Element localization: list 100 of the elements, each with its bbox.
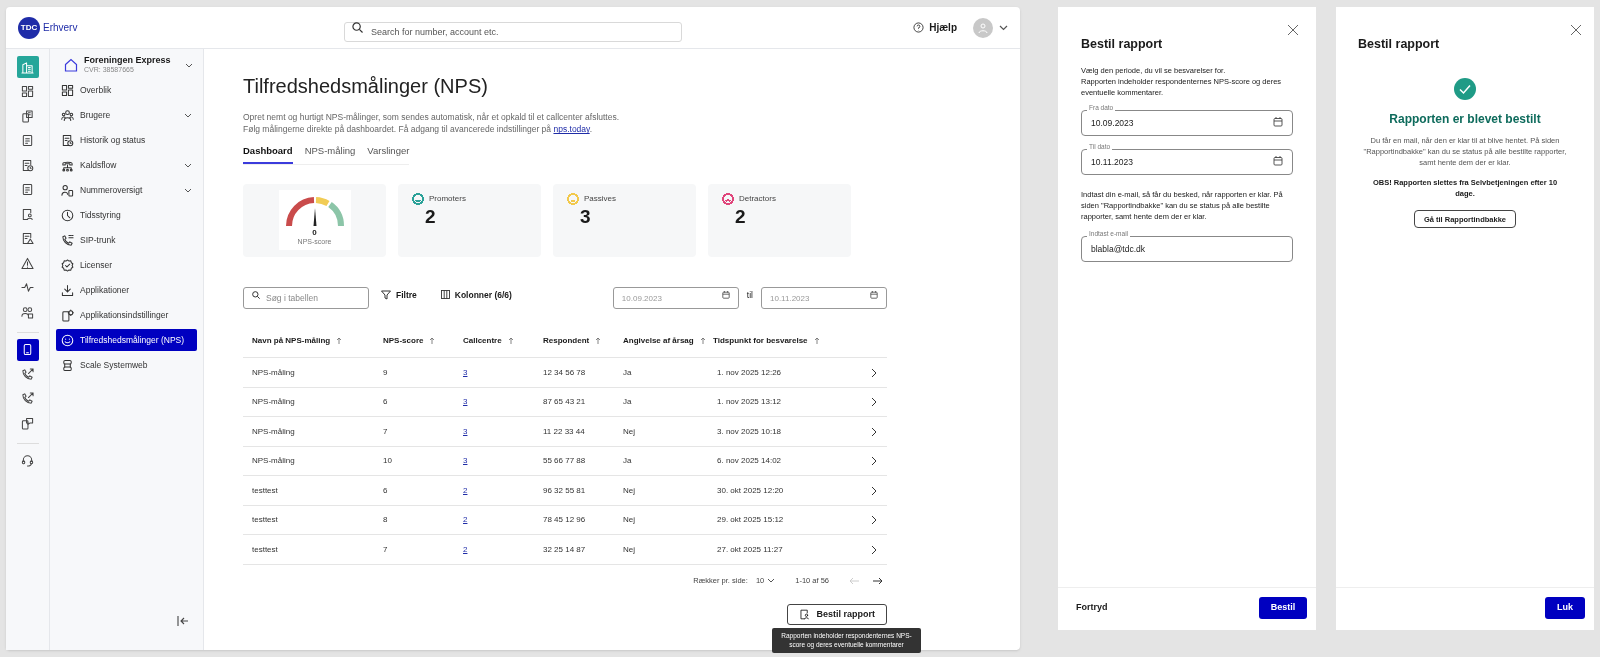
callcentre-link[interactable]: 2 — [463, 515, 468, 525]
stat-label: Detractors — [739, 192, 776, 205]
column-header[interactable]: Angivelse af årsag — [623, 334, 706, 347]
headset-icon — [21, 454, 34, 467]
chevron-right-icon[interactable] — [871, 367, 877, 378]
nav-item[interactable]: Licenser — [56, 254, 197, 276]
nav-item[interactable]: Kaldsflow — [56, 154, 197, 176]
tab[interactable]: NPS-måling — [304, 143, 356, 164]
table-cell: 6 — [383, 397, 388, 407]
search-field[interactable]: Search for number, account etc. — [344, 21, 682, 42]
sort-arrow-icon — [595, 337, 602, 345]
order-report-button[interactable]: Bestil rapport — [787, 604, 887, 626]
stat-value: 3 — [580, 204, 592, 229]
chevron-down-icon[interactable] — [184, 112, 192, 118]
table-cell: 1. nov 2025 13:12 — [717, 397, 782, 407]
date-from-field[interactable]: 10.09.2023 — [612, 287, 739, 310]
calendar-icon — [1273, 156, 1283, 167]
person-phone-icon — [61, 183, 74, 197]
nav-item[interactable]: Scale Systemweb — [56, 354, 197, 376]
table-cell: 32 25 14 87 — [543, 544, 586, 554]
table-cell: Nej — [623, 426, 635, 436]
chevron-down-icon[interactable] — [999, 24, 1008, 31]
account-name: Foreningen Express — [84, 55, 172, 67]
column-header[interactable]: Respondent — [543, 334, 602, 347]
date-to-field[interactable]: 10.11.2023 — [761, 287, 887, 310]
table-cell: 55 66 77 88 — [543, 456, 586, 466]
close-button[interactable]: Luk — [1545, 596, 1585, 619]
callcentre-link[interactable]: 3 — [463, 397, 468, 407]
filter-button[interactable]: Filtre — [381, 288, 417, 302]
chevron-down-icon[interactable] — [184, 187, 192, 193]
table-cell: 6 — [383, 485, 388, 495]
callcentre-link[interactable]: 2 — [463, 485, 468, 495]
tab[interactable]: Varslinger — [367, 143, 410, 164]
nps-link[interactable]: nps.today — [553, 124, 590, 135]
chevron-right-icon[interactable] — [871, 515, 877, 525]
table-cell: 3. nov 2025 10:18 — [717, 426, 782, 436]
table-cell: NPS-måling — [252, 456, 295, 466]
close-icon[interactable] — [1288, 25, 1298, 35]
phone-arrow-icon — [21, 367, 34, 381]
search-icon — [352, 22, 363, 33]
nav-item[interactable]: SIP-trunk — [56, 229, 197, 251]
chevron-right-icon[interactable] — [871, 426, 877, 437]
phone-chat-icon — [21, 416, 34, 430]
stat-label: Promoters — [429, 192, 466, 205]
callcentre-link[interactable]: 2 — [463, 544, 468, 554]
chevron-right-icon[interactable] — [871, 544, 877, 555]
person-icon — [978, 22, 988, 33]
nav-item[interactable]: Tilfredshedsmålinger (NPS) — [56, 329, 197, 351]
chevron-right-icon[interactable] — [871, 485, 877, 496]
table-cell: Nej — [623, 544, 635, 554]
help-button[interactable]: Hjælp — [913, 20, 957, 35]
sort-arrow-icon — [336, 337, 343, 345]
nav-item[interactable]: Brugere — [56, 104, 197, 126]
users-icon — [61, 108, 74, 122]
callcentre-link[interactable]: 3 — [463, 456, 468, 466]
table-cell: Nej — [623, 485, 635, 495]
date-separator: til — [746, 288, 753, 302]
panel-title: Bestil rapport — [1081, 36, 1164, 53]
nav-item[interactable]: Applikationsindstillinger — [56, 304, 197, 326]
column-header[interactable]: Navn på NPS-måling — [252, 334, 343, 347]
tab[interactable]: Dashboard — [243, 143, 293, 164]
chevron-right-icon[interactable] — [871, 397, 877, 407]
table-cell: NPS-måling — [252, 426, 295, 436]
column-header[interactable]: Tidspunkt for besvarelse — [713, 334, 820, 347]
next-page-icon[interactable] — [873, 576, 883, 585]
nav-item[interactable]: Tidsstyring — [56, 204, 197, 226]
nav-item[interactable]: Applikationer — [56, 279, 197, 301]
nav-item[interactable]: Nummeroversigt — [56, 179, 197, 201]
email-field[interactable]: blabla@tdc.dk — [1081, 236, 1293, 262]
rail-button[interactable] — [16, 338, 39, 361]
chevron-down-icon[interactable] — [184, 162, 192, 168]
column-header[interactable]: NPS-score — [383, 334, 436, 347]
sort-arrow-icon — [429, 337, 436, 345]
table-cell: testtest — [252, 544, 278, 554]
nav-item[interactable]: Overblik — [56, 79, 197, 101]
chevron-down-icon[interactable] — [185, 62, 193, 68]
columns-button[interactable]: Kolonner (6/6) — [440, 288, 512, 302]
close-icon[interactable] — [1571, 25, 1581, 35]
submit-button[interactable]: Bestil — [1259, 596, 1307, 619]
chevron-down-icon[interactable] — [767, 578, 776, 583]
collapse-icon[interactable] — [177, 616, 189, 626]
table-cell: NPS-måling — [252, 367, 295, 377]
date-field[interactable]: 10.11.2023 — [1081, 149, 1293, 176]
filter-icon — [381, 289, 391, 300]
calendar-icon — [1273, 117, 1283, 128]
smiley-icon — [61, 333, 74, 347]
table-cell: 7 — [383, 426, 388, 436]
callcentre-link[interactable]: 3 — [463, 426, 468, 436]
callcentre-link[interactable]: 3 — [463, 367, 468, 377]
date-field[interactable]: 10.09.2023 — [1081, 110, 1293, 137]
table-cell: Nej — [623, 515, 635, 525]
stat-value: 2 — [735, 204, 747, 229]
cancel-button[interactable]: Fortryd — [1076, 600, 1108, 615]
grid-icon — [21, 85, 34, 98]
phone-document-icon — [21, 109, 34, 123]
page-description: Opret nemt og hurtigt NPS-målinger, som sendes automatisk, når et opkald til et callcenter afsluttes. Følg målingerne direkte på dashboardet. Få adgang til avancerede indstillinger på nps.today. — [243, 111, 621, 136]
column-header[interactable]: Callcentre — [463, 334, 514, 347]
nav-item[interactable]: Historik og status — [56, 129, 197, 151]
help-icon — [913, 22, 925, 33]
chevron-right-icon[interactable] — [871, 456, 877, 466]
